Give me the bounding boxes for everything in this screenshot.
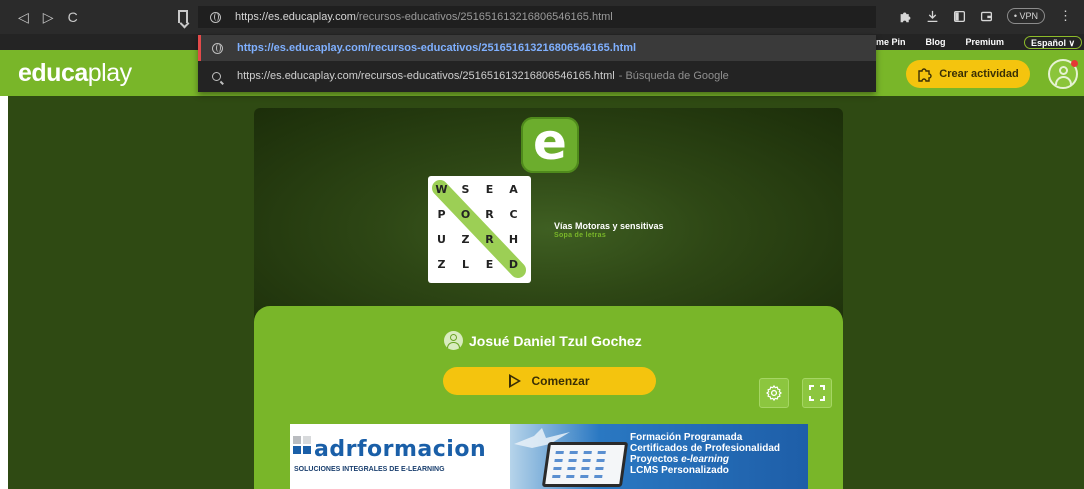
ad-line-1: Formación Programada <box>630 432 743 443</box>
puzzle-icon[interactable] <box>899 10 912 23</box>
grid-cell: D <box>508 258 519 271</box>
ad-line-3-em: e-learning <box>681 454 729 465</box>
author-avatar-body <box>447 342 460 348</box>
author-avatar-icon <box>444 331 463 350</box>
forward-icon[interactable]: ▷ <box>43 10 54 24</box>
grid-cell: L <box>461 258 469 271</box>
bookmark-icon[interactable] <box>178 10 188 23</box>
ad-left: adrformacion SOLUCIONES INTEGRALES DE E-… <box>290 424 530 489</box>
menu-icon[interactable]: ⋮ <box>1059 8 1072 24</box>
url-domain: https://es.educaplay.com <box>235 11 356 23</box>
ad-line-2: Certificados de Profesionalidad <box>630 443 781 454</box>
grid-cell: Z <box>437 258 446 271</box>
wallet-icon[interactable] <box>980 10 993 23</box>
grid-cell: R <box>485 208 494 221</box>
grid-cell: W <box>435 183 448 196</box>
back-icon[interactable]: ◁ <box>18 10 29 24</box>
suggestion-search[interactable]: https://es.educaplay.com/recursos-educat… <box>198 63 876 89</box>
notification-dot <box>1071 60 1078 67</box>
suggestion-search-text: https://es.educaplay.com/recursos-educat… <box>237 70 615 82</box>
logo-light: play <box>87 59 132 87</box>
ad-line-4: LCMS Personalizado <box>630 465 729 476</box>
nav-link-premium[interactable]: Premium <box>966 37 1005 47</box>
ad-tagline: SOLUCIONES INTEGRALES DE E-LEARNING <box>294 466 445 473</box>
ad-banner[interactable]: adrformacion SOLUCIONES INTEGRALES DE E-… <box>290 424 808 489</box>
browser-nav: ◁ ▷ C <box>0 10 170 24</box>
fullscreen-button[interactable] <box>802 378 832 408</box>
page-root: ◁ ▷ C https://es.educaplay.com/recursos-… <box>0 0 1084 489</box>
user-avatar[interactable] <box>1048 59 1078 89</box>
avatar-head <box>1059 66 1068 75</box>
site-top-links: me Pin Blog Premium Español ∨ <box>876 34 1083 50</box>
grid-cell: Z <box>461 233 470 246</box>
educaplay-logo[interactable]: educaplay <box>18 59 132 88</box>
address-bar[interactable]: https://es.educaplay.com/recursos-educat… <box>198 6 876 28</box>
nav-link-blog[interactable]: Blog <box>926 37 946 47</box>
grid-cell: U <box>437 233 446 246</box>
nav-link-pin[interactable]: me Pin <box>876 37 906 47</box>
download-icon[interactable] <box>926 10 939 23</box>
grid-cell: E <box>485 258 494 271</box>
e-letter: e <box>533 113 567 171</box>
gear-icon <box>766 385 782 401</box>
grid-cell: R <box>485 233 494 246</box>
ad-text: Formación Programada Certificados de Pro… <box>630 432 780 476</box>
start-button[interactable]: Comenzar <box>443 367 656 395</box>
grid-cell: A <box>509 183 518 196</box>
author-avatar-head <box>450 334 457 341</box>
avatar-body <box>1055 76 1072 85</box>
ad-logo-squares <box>293 436 311 454</box>
word-search-thumbnail: WSEAPORCUZRHZLED <box>428 176 531 283</box>
site-info-icon[interactable] <box>210 11 221 23</box>
create-activity-label: Crear actividad <box>939 68 1019 80</box>
grid-cell: H <box>508 233 519 246</box>
fullscreen-icon <box>809 385 825 401</box>
browser-right-icons: • VPN ⋮ <box>899 8 1072 24</box>
logo-bold: educa <box>18 59 88 87</box>
ad-line-3: Proyectos e-learning <box>630 454 780 465</box>
browser-toolbar: ◁ ▷ C https://es.educaplay.com/recursos-… <box>0 0 1084 34</box>
grid-cell: P <box>437 208 446 221</box>
play-icon <box>509 374 522 388</box>
activity-title: Vías Motoras y sensitivas <box>554 221 664 231</box>
vpn-badge[interactable]: • VPN <box>1006 8 1045 24</box>
activity-type: Sopa de letras <box>554 232 607 239</box>
author[interactable]: Josué Daniel Tzul Gochez <box>444 331 642 350</box>
start-label: Comenzar <box>531 374 590 388</box>
educaplay-e-icon: e <box>521 117 579 173</box>
puzzle-piece-icon <box>918 68 932 82</box>
tablet-image <box>541 442 629 487</box>
globe-icon <box>212 42 223 54</box>
search-icon <box>212 71 221 81</box>
grid-cell: O <box>460 208 471 221</box>
suggestion-search-suffix: - Búsqueda de Google <box>618 70 729 82</box>
url-path: /recursos-educativos/2516516132168065461… <box>355 11 613 23</box>
reload-icon[interactable]: C <box>68 10 78 24</box>
suggestion-url-text: https://es.educaplay.com/recursos-educat… <box>237 42 637 54</box>
settings-button[interactable] <box>759 378 789 408</box>
author-name: Josué Daniel Tzul Gochez <box>469 332 642 349</box>
ad-line-3-prefix: Proyectos <box>630 454 682 465</box>
grid-cell: C <box>509 208 518 221</box>
ad-brand: adrformacion <box>314 437 487 462</box>
language-select[interactable]: Español ∨ <box>1024 35 1083 49</box>
sidebar-icon[interactable] <box>953 10 966 23</box>
grid-cell: E <box>485 183 494 196</box>
create-activity-button[interactable]: Crear actividad <box>906 60 1030 88</box>
grid-cell: S <box>461 183 470 196</box>
address-suggestions: https://es.educaplay.com/recursos-educat… <box>198 34 876 92</box>
suggestion-url[interactable]: https://es.educaplay.com/recursos-educat… <box>198 35 876 61</box>
